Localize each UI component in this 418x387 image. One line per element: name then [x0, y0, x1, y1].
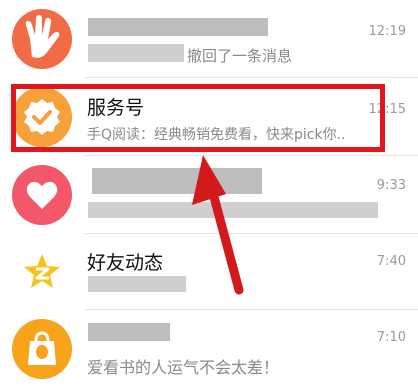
pointer-arrow — [192, 155, 244, 295]
